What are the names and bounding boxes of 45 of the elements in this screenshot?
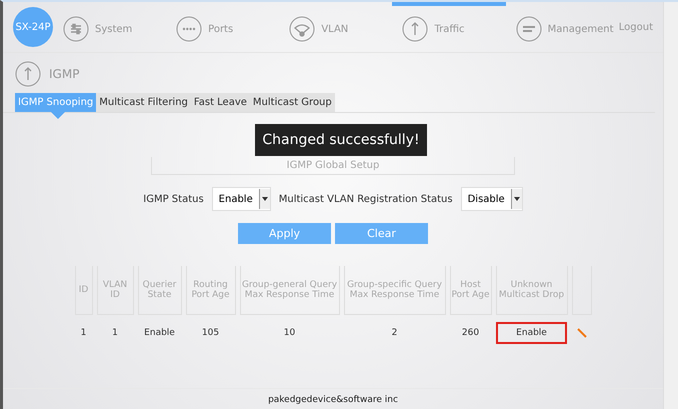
nav-item[interactable]: Management xyxy=(506,2,619,52)
lines-icon xyxy=(516,16,542,42)
table-cell-text: 1 xyxy=(111,327,119,340)
column-header: VLAN ID xyxy=(96,266,134,315)
action-button[interactable]: Clear xyxy=(335,223,428,244)
tab[interactable]: Multicast Filtering xyxy=(96,93,191,112)
column-header: Unknown Multicast Drop xyxy=(496,266,568,315)
logout-link[interactable]: Logout xyxy=(618,22,654,32)
table-cell-text: 2 xyxy=(390,327,398,340)
field-label: Multicast VLAN Registration Status xyxy=(278,194,453,204)
tab[interactable]: Multicast Group xyxy=(250,93,335,112)
table-cell-text: 105 xyxy=(200,327,220,340)
nav-item[interactable]: Traffic xyxy=(392,2,506,52)
select-field[interactable]: Enable xyxy=(212,187,271,211)
setup-title: IGMP Global Setup xyxy=(151,157,515,175)
column-header: Group-general Query Max Response Time xyxy=(240,266,340,315)
pencil-icon[interactable] xyxy=(576,328,586,338)
column-header: Host Port Age xyxy=(450,266,492,315)
nav-item[interactable]: VLAN xyxy=(279,2,392,52)
caret-icon xyxy=(262,197,268,201)
table-cell-text: Enable xyxy=(143,327,176,340)
tab[interactable]: Fast Leave xyxy=(190,93,250,112)
dots-icon xyxy=(176,16,202,42)
logo[interactable]: SX-24P xyxy=(13,7,53,47)
column-header: Routing Port Age xyxy=(186,266,236,315)
field-label: IGMP Status xyxy=(143,194,204,204)
table-cell-text: 10 xyxy=(282,327,296,340)
sliders-icon xyxy=(63,16,89,42)
column-header: Group-specific Query Max Response Time xyxy=(344,266,446,315)
network-icon xyxy=(289,16,316,42)
table-cell: Enable xyxy=(496,322,567,344)
tab-pointer-icon xyxy=(51,112,65,119)
column-header: ID xyxy=(74,266,92,315)
section-title: IGMP xyxy=(49,67,80,81)
caret-icon xyxy=(514,197,520,201)
table-cell-text: 260 xyxy=(460,327,480,340)
footer-text: pakedgedevice&software inc xyxy=(3,388,663,409)
scrollbar[interactable] xyxy=(663,2,678,409)
nav-item[interactable]: Ports xyxy=(166,2,280,52)
column-header: Querier State xyxy=(138,266,182,315)
toast-message: Changed successfully! xyxy=(255,124,427,156)
select-field[interactable]: Disable xyxy=(460,187,523,211)
action-button[interactable]: Apply xyxy=(238,223,331,244)
table-cell-text: 1 xyxy=(80,327,88,340)
nav-item[interactable]: System xyxy=(53,2,166,52)
